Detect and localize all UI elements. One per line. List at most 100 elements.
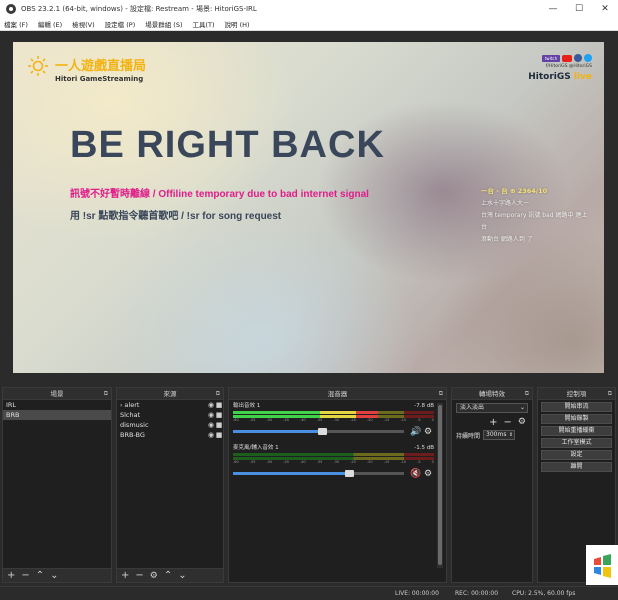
sun-logo-icon	[28, 56, 48, 76]
gear-icon[interactable]: ⚙	[150, 571, 158, 581]
gear-icon[interactable]: ⚙	[422, 427, 434, 437]
volume-meter	[233, 415, 434, 418]
scene-item-irl[interactable]: IRL	[3, 400, 111, 410]
mixer-channels: 輸出音效 1 -7.8 dB -60 -55 -50 -45 -40 -35 -30 -25-…	[231, 402, 436, 568]
slider-handle[interactable]	[317, 428, 327, 435]
minimize-button[interactable]: —	[540, 0, 566, 18]
meter-tick-label: -50	[266, 418, 273, 422]
remove-icon[interactable]: −	[135, 570, 143, 581]
offline-message: 訊號不好暫時離線 / Offiline temporary due to bad…	[70, 189, 369, 200]
menu-file[interactable]: 檔案 (F)	[4, 19, 28, 29]
add-icon[interactable]: +	[7, 570, 15, 581]
logo-title: 一人遊戲直播局	[55, 59, 147, 74]
move-down-icon[interactable]: ⌄	[50, 570, 58, 581]
chevron-right-icon[interactable]: ›	[120, 402, 122, 409]
meter-tick-label: -25	[350, 460, 356, 464]
studio-mode-button[interactable]: 工作室模式	[541, 438, 612, 448]
add-icon[interactable]: +	[489, 417, 497, 428]
source-name: Slchat	[120, 411, 141, 419]
meter-tick-label: -10	[400, 418, 407, 422]
start-streaming-button[interactable]: 開始串流	[541, 402, 612, 412]
source-item[interactable]: BRB-BG ◉ ■	[117, 430, 223, 440]
channel-name: HitoriGS live	[528, 72, 592, 82]
meter-tick-label: -15	[383, 418, 390, 422]
channel-db: -7.8 dB	[414, 403, 434, 409]
mixer-channel: 輸出音效 1 -7.8 dB -60 -55 -50 -45 -40 -35 -30 -25-…	[231, 402, 436, 444]
song-request-message: 用 !sr 點歌指令聽首歌吧 / !sr for song request	[70, 211, 282, 222]
start-replay-buffer-button[interactable]: 開始重播緩衝	[541, 426, 612, 436]
channel-db: -1.5 dB	[414, 445, 434, 451]
settings-button[interactable]: 設定	[541, 450, 612, 460]
speaker-muted-icon[interactable]: 🔇	[410, 469, 422, 479]
start-recording-button[interactable]: 開始錄製	[541, 414, 612, 424]
source-item[interactable]: Slchat ◉ ■	[117, 410, 223, 420]
menu-help[interactable]: 說明 (H)	[225, 19, 250, 29]
remove-icon[interactable]: −	[504, 417, 512, 428]
remove-icon[interactable]: −	[21, 570, 29, 581]
menu-view[interactable]: 檢視(V)	[72, 19, 95, 29]
meter-tick-label: -15	[383, 460, 390, 464]
dock-icon[interactable]: ⧉	[439, 388, 443, 400]
speaker-icon[interactable]: 🔊	[410, 427, 422, 437]
eye-icon[interactable]: ◉	[207, 411, 215, 419]
lock-icon[interactable]: ■	[215, 411, 223, 419]
live-status: LIVE: 00:00:00	[395, 590, 439, 597]
meter-tick-label: -10	[400, 460, 407, 464]
title-bar: OBS 23.2.1 (64-bit, windows) - 設定檔: Rest…	[0, 0, 618, 18]
spinner-icon[interactable]: ⇕	[509, 431, 513, 439]
scenes-title: 場景	[50, 390, 64, 398]
eye-icon[interactable]: ◉	[207, 401, 215, 409]
source-item[interactable]: › alert ◉ ■	[117, 400, 223, 410]
menu-edit[interactable]: 編輯 (E)	[38, 19, 62, 29]
meter-tick-label: -50	[266, 460, 273, 464]
dock-icon[interactable]: ⧉	[608, 388, 612, 400]
channel-name-accent: live	[573, 72, 592, 82]
lock-icon[interactable]: ■	[215, 431, 223, 439]
volume-slider[interactable]	[233, 428, 404, 435]
maximize-button[interactable]: ☐	[566, 0, 592, 18]
preview-canvas[interactable]: 一人遊戲直播局 Hitori GameStreaming twitch f/Hi…	[13, 42, 604, 373]
menu-tools[interactable]: 工具(T)	[193, 19, 215, 29]
preview-area: 一人遊戲直播局 Hitori GameStreaming twitch f/Hi…	[0, 31, 618, 384]
source-item[interactable]: dismusic ◉ ■	[117, 420, 223, 430]
exit-button[interactable]: 離開	[541, 462, 612, 472]
close-button[interactable]: ✕	[592, 0, 618, 18]
add-icon[interactable]: +	[121, 570, 129, 581]
duration-input[interactable]: 300ms ⇕	[483, 430, 516, 440]
volume-meter	[233, 411, 434, 414]
move-up-icon[interactable]: ⌃	[36, 570, 44, 581]
menu-scene-collection[interactable]: 場景群組 (S)	[145, 19, 182, 29]
social-handle: f/HitoriGS @HitoriGS	[545, 64, 592, 69]
meter-tick-label: -5	[417, 418, 421, 422]
dock-icon[interactable]: ⧉	[104, 388, 108, 400]
volume-slider[interactable]	[233, 470, 404, 477]
meter-level	[233, 411, 378, 414]
audio-mixer-panel: 混音器 ⧉ 輸出音效 1 -7.8 dB -60 -55 -50 -45 -40 -35-…	[228, 387, 447, 583]
transitions-panel: 轉場特效 ⧉ 淡入淡出 ⌄ + − ⚙ 持續時間 300ms ⇕	[451, 387, 533, 583]
move-down-icon[interactable]: ⌄	[178, 570, 186, 581]
dock-icon[interactable]: ⧉	[525, 388, 529, 400]
chat-line: 台	[481, 224, 488, 231]
meter-tick-label: -45	[283, 460, 289, 464]
source-name: BRB-BG	[120, 431, 145, 439]
transition-select[interactable]: 淡入淡出 ⌄	[456, 403, 528, 413]
window-title: OBS 23.2.1 (64-bit, windows) - 設定檔: Rest…	[21, 5, 257, 13]
dock-icon[interactable]: ⧉	[216, 388, 220, 400]
scene-item-brb[interactable]: BRB	[3, 410, 111, 420]
move-up-icon[interactable]: ⌃	[164, 570, 172, 581]
lock-icon[interactable]: ■	[215, 421, 223, 429]
mixer-scrollbar[interactable]	[437, 403, 443, 568]
meter-ticks: -60 -55 -50 -45 -40 -35 -30 -25 -20 -15 -10 -5 0	[233, 460, 434, 468]
logo-subtitle: Hitori GameStreaming	[55, 75, 144, 83]
meter-tick-label: -55	[249, 418, 256, 422]
eye-icon[interactable]: ◉	[207, 431, 215, 439]
menu-profile[interactable]: 設定檔 (P)	[105, 19, 136, 29]
chevron-down-icon: ⌄	[519, 404, 525, 411]
eye-icon[interactable]: ◉	[207, 421, 215, 429]
transition-selected: 淡入淡出	[460, 404, 485, 411]
gear-icon[interactable]: ⚙	[422, 469, 434, 479]
slider-handle[interactable]	[345, 470, 355, 477]
lock-icon[interactable]: ■	[215, 401, 223, 409]
gear-icon[interactable]: ⚙	[518, 417, 526, 427]
sources-panel: 來源 ⧉ › alert ◉ ■ Slchat ◉ ■ dismusic ◉ ■…	[116, 387, 224, 583]
